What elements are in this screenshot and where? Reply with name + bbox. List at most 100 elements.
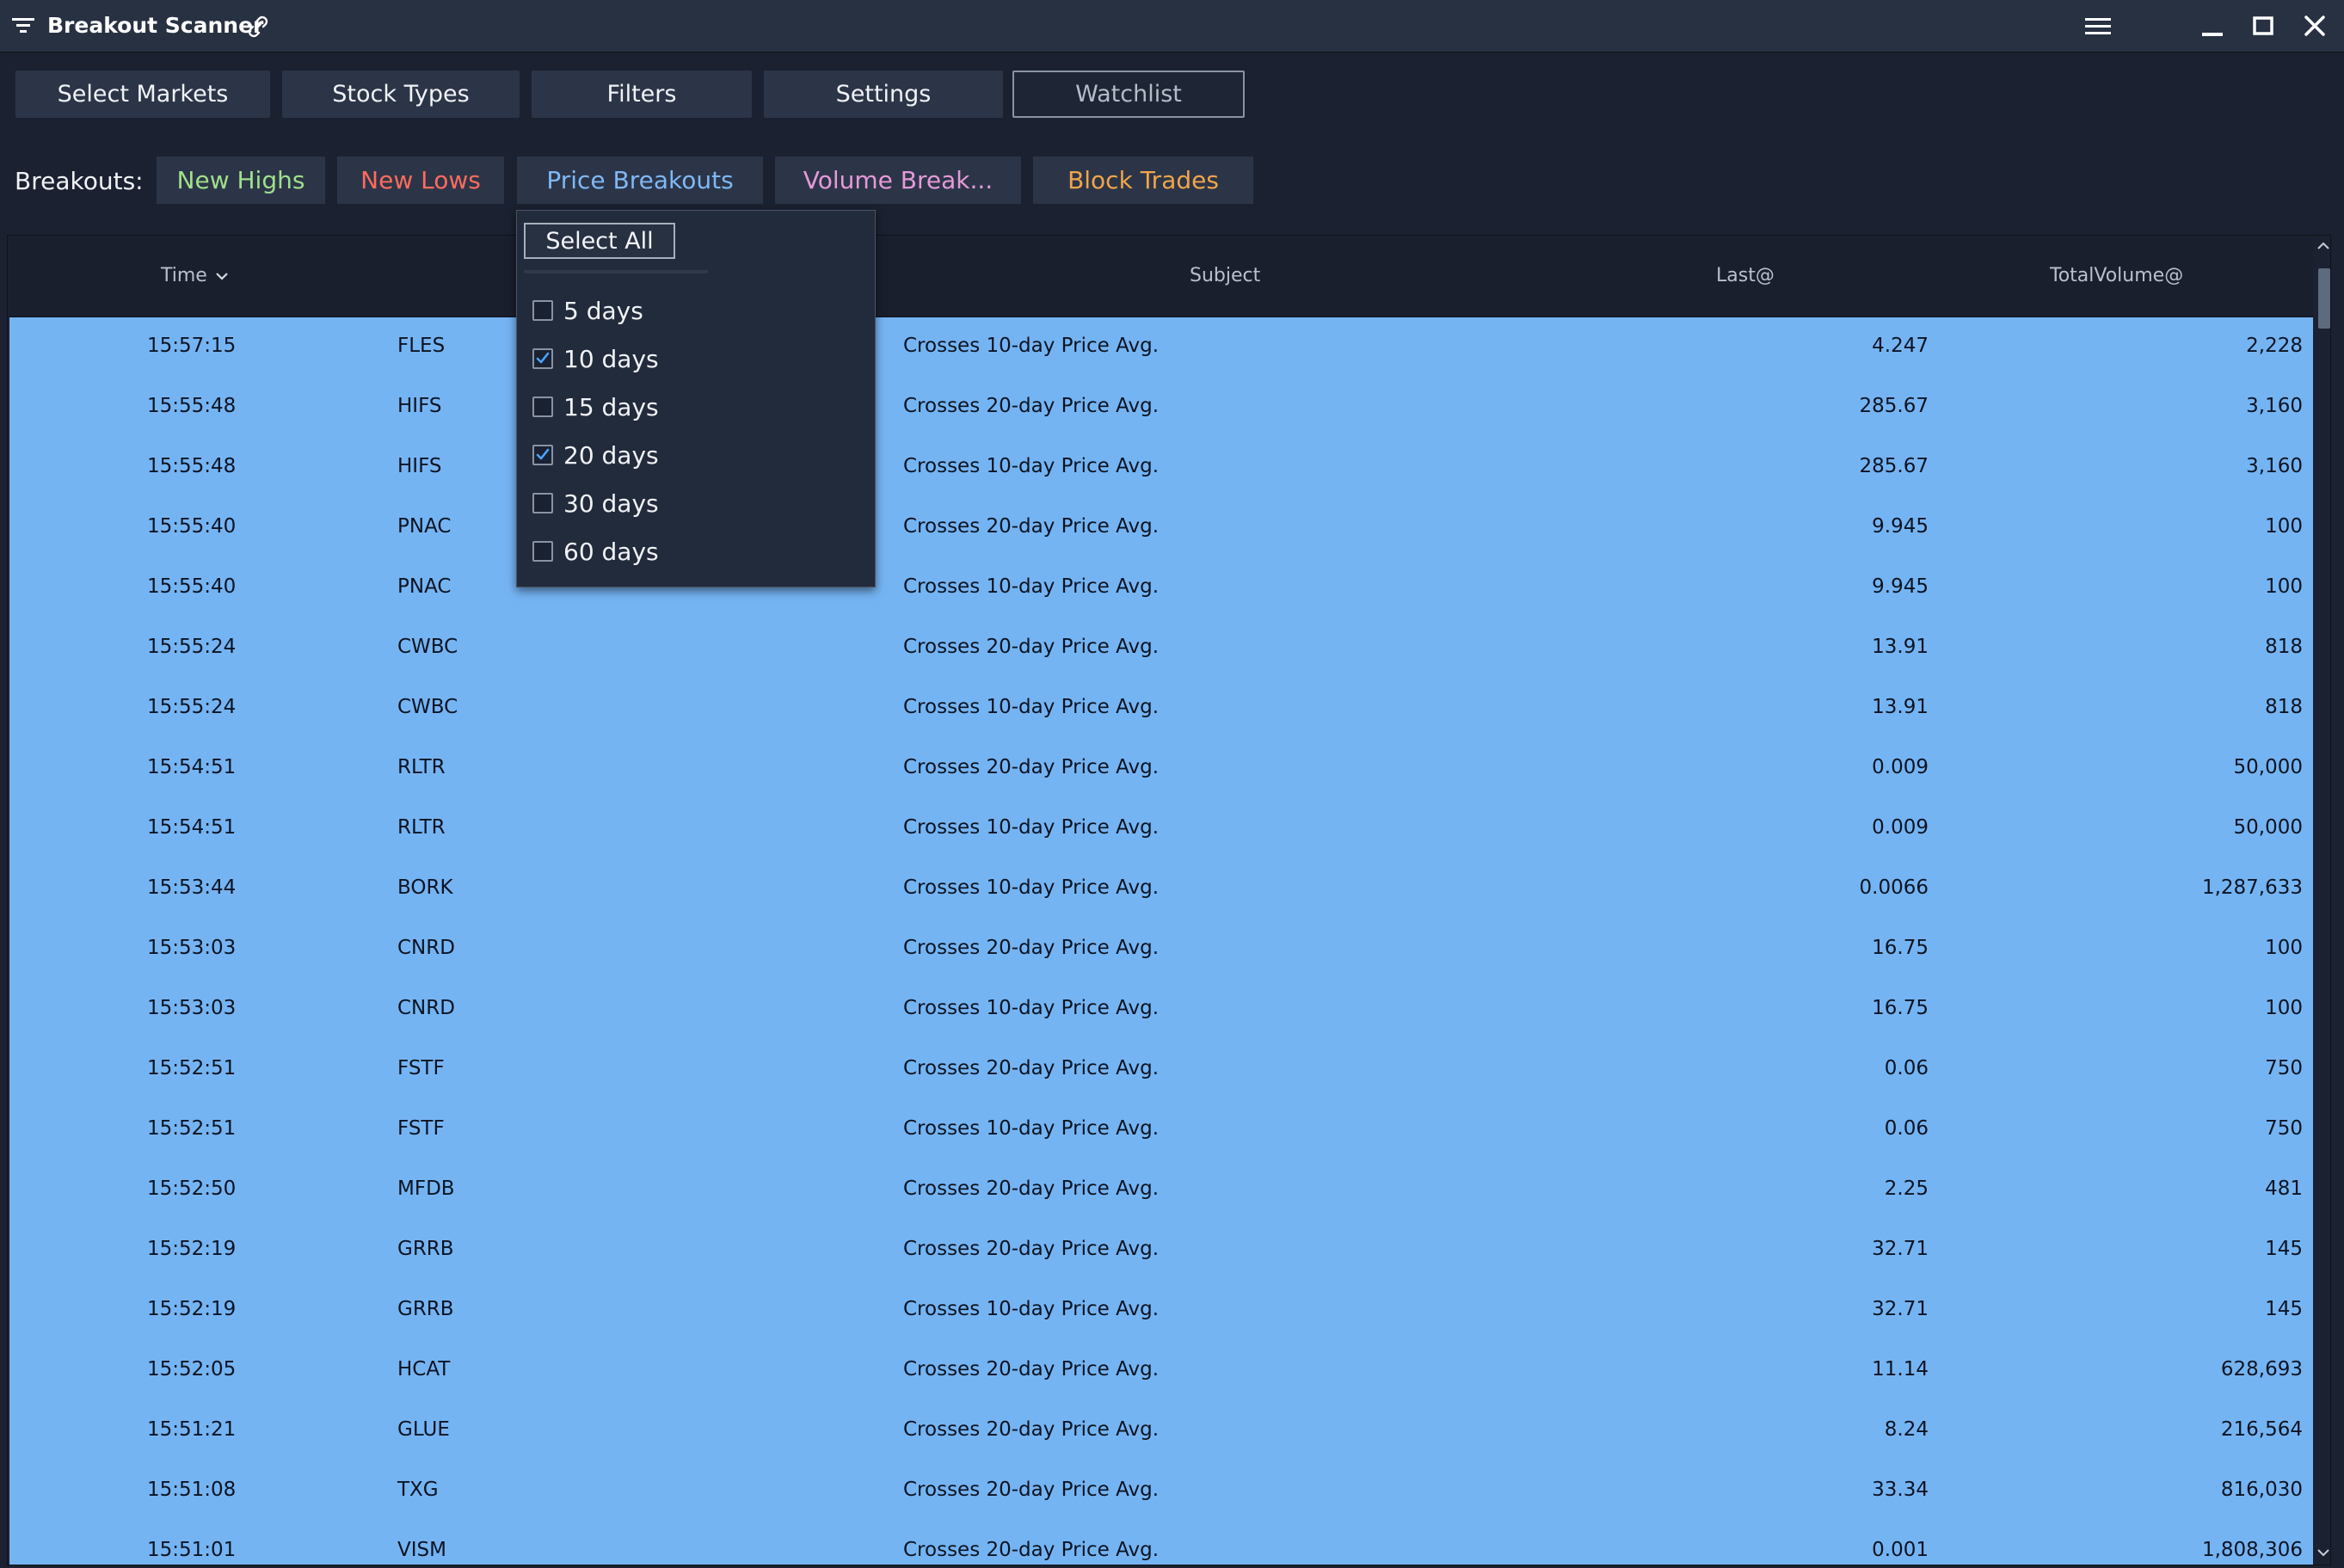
results-table: Time Subject Last@ TotalVolume@ 15:57:15… bbox=[7, 235, 2331, 1565]
table-row[interactable]: 15:52:50 MFDB Crosses 20-day Price Avg. 2.2… bbox=[9, 1160, 2313, 1221]
table-row[interactable]: 15:53:44 BORK Crosses 10-day Price Avg. 0.0… bbox=[9, 859, 2313, 919]
table-row[interactable]: 15:55:40 PNAC Crosses 20-day Price Avg. 9.9… bbox=[9, 498, 2313, 558]
table-row[interactable]: 15:51:08 TXG Crosses 20-day Price Avg. 33.3… bbox=[9, 1461, 2313, 1522]
vertical-scrollbar[interactable] bbox=[2316, 237, 2331, 1564]
period-option-label: 20 days bbox=[563, 441, 659, 470]
period-option[interactable]: 10 days bbox=[532, 341, 859, 376]
table-row[interactable]: 15:54:51 RLTR Crosses 20-day Price Avg. 0.0… bbox=[9, 739, 2313, 799]
table-row[interactable]: 15:52:05 HCAT Crosses 20-day Price Avg. 11.… bbox=[9, 1341, 2313, 1401]
period-option[interactable]: 20 days bbox=[532, 438, 859, 472]
row-volume: 145 bbox=[2265, 1298, 2303, 1320]
link-icon[interactable] bbox=[244, 13, 272, 40]
watchlist-button[interactable]: Watchlist bbox=[1012, 71, 1245, 118]
row-symbol: GRRB bbox=[397, 1298, 454, 1320]
column-header-subject[interactable]: Subject bbox=[1190, 265, 1260, 286]
row-symbol: CNRD bbox=[397, 937, 455, 959]
maximize-icon[interactable] bbox=[2251, 14, 2275, 38]
checkmark-icon bbox=[536, 352, 550, 364]
row-symbol: HCAT bbox=[397, 1358, 451, 1380]
column-header-last[interactable]: Last@ bbox=[1716, 265, 1775, 286]
row-volume: 481 bbox=[2265, 1178, 2303, 1200]
row-symbol: FSTF bbox=[397, 1117, 445, 1140]
select-markets-button[interactable]: Select Markets bbox=[15, 71, 270, 118]
column-header-total-volume[interactable]: TotalVolume@ bbox=[2050, 265, 2183, 286]
row-time: 15:52:19 bbox=[147, 1298, 237, 1320]
period-option[interactable]: 60 days bbox=[532, 534, 859, 569]
row-symbol: RLTR bbox=[397, 816, 446, 839]
row-last: 9.945 bbox=[1872, 575, 1929, 598]
row-last: 11.14 bbox=[1872, 1358, 1929, 1380]
row-last: 16.75 bbox=[1872, 937, 1929, 959]
row-volume: 750 bbox=[2265, 1117, 2303, 1140]
filters-button[interactable]: Filters bbox=[532, 71, 752, 118]
table-row[interactable]: 15:57:15 FLES Crosses 10-day Price Avg. 4.2… bbox=[9, 317, 2313, 378]
row-volume: 50,000 bbox=[2233, 756, 2303, 778]
row-subject: Crosses 10-day Price Avg. bbox=[903, 876, 1160, 899]
row-time: 15:55:48 bbox=[147, 455, 237, 477]
tab-new-highs[interactable]: New Highs bbox=[157, 157, 325, 204]
row-volume: 50,000 bbox=[2233, 816, 2303, 839]
table-row[interactable]: 15:51:21 GLUE Crosses 20-day Price Avg. 8.2… bbox=[9, 1401, 2313, 1461]
row-symbol: CWBC bbox=[397, 696, 458, 718]
table-row[interactable]: 15:53:03 CNRD Crosses 10-day Price Avg. 16.… bbox=[9, 980, 2313, 1040]
minimize-icon[interactable] bbox=[2200, 15, 2226, 38]
scroll-down-icon[interactable] bbox=[2316, 1546, 2331, 1559]
table-row[interactable]: 15:55:24 CWBC Crosses 10-day Price Avg. 13.… bbox=[9, 679, 2313, 739]
row-last: 2.25 bbox=[1884, 1178, 1929, 1200]
filter-icon[interactable] bbox=[12, 16, 34, 35]
dropdown-separator bbox=[524, 270, 708, 274]
row-last: 8.24 bbox=[1884, 1418, 1929, 1441]
period-option[interactable]: 5 days bbox=[532, 293, 859, 328]
table-row[interactable]: 15:52:19 GRRB Crosses 10-day Price Avg. 32.… bbox=[9, 1281, 2313, 1341]
row-subject: Crosses 20-day Price Avg. bbox=[903, 1479, 1160, 1501]
row-symbol: RLTR bbox=[397, 756, 446, 778]
table-row[interactable]: 15:51:01 VISM Crosses 20-day Price Avg. 0.0… bbox=[9, 1522, 2313, 1565]
tab-price-breakouts[interactable]: Price Breakouts bbox=[517, 157, 763, 204]
table-row[interactable]: 15:55:24 CWBC Crosses 20-day Price Avg. 13.… bbox=[9, 618, 2313, 679]
row-subject: Crosses 10-day Price Avg. bbox=[903, 696, 1160, 718]
table-row[interactable]: 15:55:40 PNAC Crosses 10-day Price Avg. 9.9… bbox=[9, 558, 2313, 618]
row-volume: 100 bbox=[2265, 997, 2303, 1019]
column-header-time[interactable]: Time bbox=[161, 265, 228, 286]
row-time: 15:53:03 bbox=[147, 937, 237, 959]
select-all-button[interactable]: Select All bbox=[524, 223, 675, 259]
tab-new-lows[interactable]: New Lows bbox=[337, 157, 504, 204]
row-symbol: GRRB bbox=[397, 1238, 454, 1260]
row-last: 285.67 bbox=[1859, 395, 1929, 417]
checkbox[interactable] bbox=[532, 493, 553, 513]
row-volume: 3,160 bbox=[2246, 455, 2303, 477]
table-row[interactable]: 15:55:48 HIFS Crosses 20-day Price Avg. 285… bbox=[9, 378, 2313, 438]
period-option[interactable]: 30 days bbox=[532, 486, 859, 520]
table-row[interactable]: 15:54:51 RLTR Crosses 10-day Price Avg. 0.0… bbox=[9, 799, 2313, 859]
settings-button[interactable]: Settings bbox=[764, 71, 1003, 118]
row-symbol: GLUE bbox=[397, 1418, 450, 1441]
table-row[interactable]: 15:52:51 FSTF Crosses 20-day Price Avg. 0.0… bbox=[9, 1040, 2313, 1100]
checkbox[interactable] bbox=[532, 541, 553, 562]
row-last: 32.71 bbox=[1872, 1298, 1929, 1320]
stock-types-button[interactable]: Stock Types bbox=[282, 71, 520, 118]
column-header-time-label: Time bbox=[161, 265, 207, 286]
row-volume: 100 bbox=[2265, 937, 2303, 959]
tab-volume-breakouts[interactable]: Volume Break... bbox=[775, 157, 1021, 204]
checkbox[interactable] bbox=[532, 445, 553, 465]
row-subject: Crosses 20-day Price Avg. bbox=[903, 1238, 1160, 1260]
checkbox[interactable] bbox=[532, 397, 553, 417]
close-icon[interactable] bbox=[2303, 14, 2327, 38]
table-row[interactable]: 15:55:48 HIFS Crosses 10-day Price Avg. 285… bbox=[9, 438, 2313, 498]
row-time: 15:54:51 bbox=[147, 756, 237, 778]
table-row[interactable]: 15:53:03 CNRD Crosses 20-day Price Avg. 16.… bbox=[9, 919, 2313, 980]
row-symbol: CNRD bbox=[397, 997, 455, 1019]
tab-block-trades[interactable]: Block Trades bbox=[1033, 157, 1253, 204]
checkbox[interactable] bbox=[532, 300, 553, 321]
table-row[interactable]: 15:52:51 FSTF Crosses 10-day Price Avg. 0.0… bbox=[9, 1100, 2313, 1160]
table-row[interactable]: 15:52:19 GRRB Crosses 20-day Price Avg. 32.… bbox=[9, 1221, 2313, 1281]
row-time: 15:53:44 bbox=[147, 876, 237, 899]
period-option[interactable]: 15 days bbox=[532, 390, 859, 424]
row-subject: Crosses 20-day Price Avg. bbox=[903, 1057, 1160, 1079]
hamburger-menu-icon[interactable] bbox=[2085, 16, 2111, 37]
scroll-up-icon[interactable] bbox=[2316, 240, 2331, 252]
row-subject: Crosses 10-day Price Avg. bbox=[903, 455, 1160, 477]
scrollbar-thumb[interactable] bbox=[2318, 268, 2330, 329]
checkbox[interactable] bbox=[532, 348, 553, 369]
row-subject: Crosses 20-day Price Avg. bbox=[903, 1358, 1160, 1380]
